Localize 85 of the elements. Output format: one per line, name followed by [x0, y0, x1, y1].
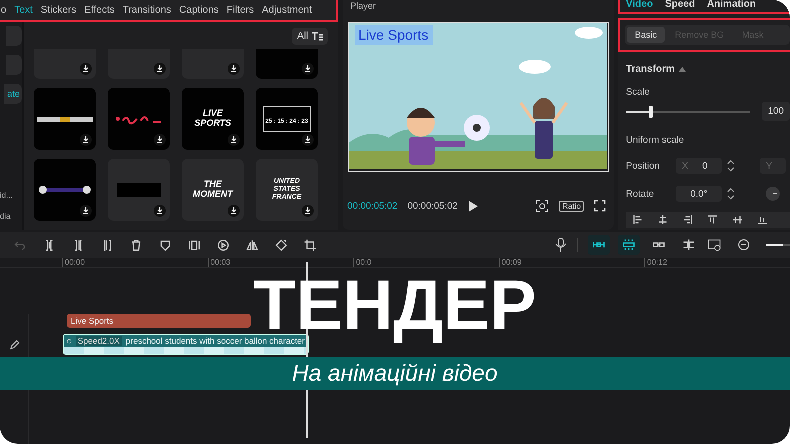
speed-label: Speed2.0X: [76, 336, 122, 346]
ruler-label: 00:00: [62, 258, 208, 267]
ruler-label: 00:0: [353, 258, 499, 267]
inspector-tab[interactable]: Speed: [665, 0, 696, 10]
current-timecode: 00:00:05:02: [348, 200, 398, 212]
download-icon[interactable]: [228, 205, 240, 217]
panel-title: Player: [350, 1, 376, 11]
text-clip[interactable]: Live Sports: [67, 314, 251, 328]
rotate-icon[interactable]: [275, 238, 288, 252]
bar-graphic: [37, 116, 93, 122]
download-icon[interactable]: [154, 134, 166, 146]
sidebar-label: id...: [0, 191, 13, 200]
subtitle: На анімаційні відео: [292, 360, 498, 387]
download-icon[interactable]: [154, 205, 166, 217]
pencil-icon[interactable]: [10, 340, 20, 350]
media-tab[interactable]: Transitions: [122, 4, 172, 16]
field-label: Position: [626, 160, 661, 172]
align-icon[interactable]: [657, 214, 670, 226]
media-tab[interactable]: o: [1, 4, 7, 16]
ratio-button[interactable]: Ratio: [559, 200, 584, 212]
download-icon[interactable]: [302, 134, 314, 146]
media-tab[interactable]: Adjustment: [262, 4, 312, 16]
template-tile[interactable]: LIVE SPORTS: [182, 88, 244, 150]
play-icon[interactable]: [468, 200, 478, 212]
preview-icon[interactable]: [708, 238, 722, 252]
mode-tab[interactable]: Basic: [627, 27, 666, 43]
sidebar-button[interactable]: ate: [4, 84, 22, 104]
media-tab[interactable]: Text: [14, 4, 33, 16]
template-tile[interactable]: [108, 159, 170, 221]
filter-icon: [312, 32, 323, 41]
download-icon[interactable]: [80, 63, 92, 75]
download-icon[interactable]: [228, 134, 240, 146]
filter-button[interactable]: All: [292, 28, 328, 45]
speed-icon: [67, 336, 72, 346]
template-tile[interactable]: [34, 88, 96, 150]
download-icon[interactable]: [228, 63, 240, 75]
total-timecode: 00:00:05:02: [408, 200, 458, 212]
align-icon[interactable]: [632, 214, 644, 226]
media-tab[interactable]: Captions: [179, 4, 219, 16]
delete-icon[interactable]: [130, 238, 143, 252]
fit-toggle[interactable]: [588, 235, 610, 255]
frame-icon[interactable]: [188, 238, 201, 252]
mirror-icon[interactable]: [246, 238, 259, 252]
scale-field[interactable]: 100: [762, 102, 790, 121]
align-icon[interactable]: [707, 214, 720, 226]
template-tile[interactable]: THE MOMENT: [182, 159, 244, 221]
download-icon[interactable]: [80, 134, 92, 146]
video-title-overlay: Live Sports: [354, 25, 433, 45]
rotate-field[interactable]: 0.0°: [676, 186, 722, 202]
media-tab[interactable]: Filters: [226, 4, 254, 16]
ruler-label: 00:09: [498, 258, 644, 267]
template-tile[interactable]: [34, 159, 96, 221]
align-icon[interactable]: [732, 214, 744, 226]
slider-thumb[interactable]: [648, 106, 653, 118]
download-icon[interactable]: [302, 205, 314, 217]
download-icon[interactable]: [302, 63, 314, 75]
template-caption: LIVE SPORTS: [194, 109, 232, 129]
shield-icon[interactable]: [159, 238, 172, 252]
download-icon[interactable]: [154, 63, 166, 75]
stepper-icon[interactable]: [726, 158, 736, 174]
position-x-field[interactable]: X 0: [676, 158, 722, 174]
media-tab[interactable]: Effects: [84, 4, 115, 16]
download-icon[interactable]: [80, 205, 92, 217]
field-label: Uniform scale: [626, 135, 686, 146]
template-caption: THE MOMENT: [192, 180, 234, 200]
template-tile[interactable]: [108, 88, 170, 150]
align-icon[interactable]: [757, 214, 770, 226]
fullscreen-icon[interactable]: [594, 200, 606, 212]
ruler-label: 00:12: [644, 258, 790, 267]
field-label: Rotate: [626, 188, 656, 200]
stepper-icon[interactable]: [726, 186, 736, 202]
lower-third-graphic: [39, 185, 91, 195]
field-label: Scale: [626, 87, 651, 98]
microphone-icon[interactable]: [555, 238, 567, 252]
zoom-out-icon[interactable]: [738, 239, 750, 251]
section-title: Transform: [626, 64, 676, 75]
align-icon[interactable]: [682, 214, 694, 226]
caret-icon[interactable]: [679, 67, 686, 72]
crop-icon[interactable]: [304, 238, 317, 252]
sidebar-label: dia: [0, 212, 11, 221]
media-tab[interactable]: Stickers: [40, 4, 76, 16]
inspector-tab[interactable]: Animation: [707, 0, 756, 10]
inspector-tab[interactable]: Video: [626, 0, 654, 10]
block-graphic: [117, 183, 161, 197]
zoom-frame-icon[interactable]: [536, 200, 550, 212]
